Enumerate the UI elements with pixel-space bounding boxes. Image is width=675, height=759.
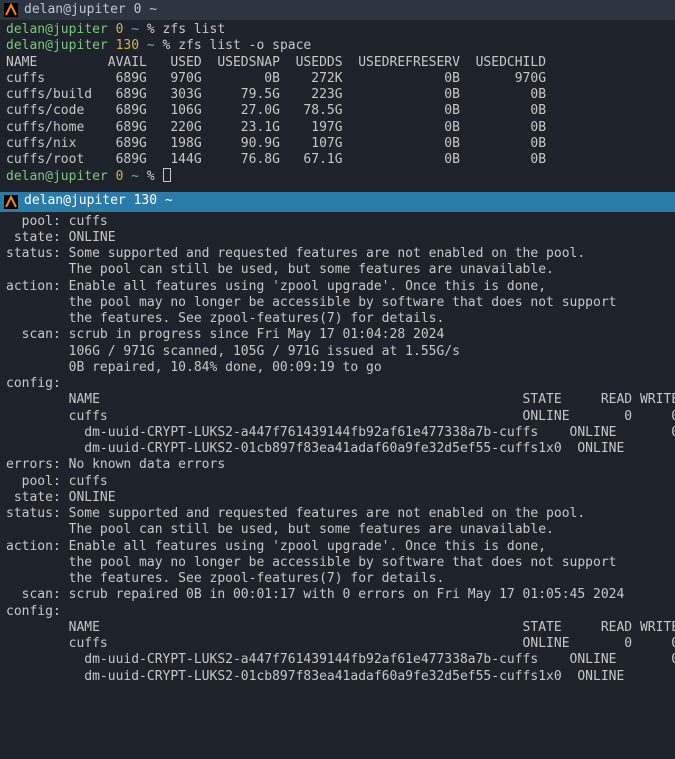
zpool-line: scan: scrub repaired 0B in 00:01:17 with… [6, 587, 669, 603]
zpool-line: status: Some supported and requested fea… [6, 246, 669, 262]
prompt-status: 0 [108, 169, 131, 184]
zpool-line: the pool may no longer be accessible by … [6, 555, 669, 571]
zpool-line: pool: cuffs [6, 474, 669, 490]
zpool-line: dm-uuid-CRYPT-LUKS2-01cb897f83ea41adaf60… [6, 669, 669, 685]
zpool-line: The pool can still be used, but some fea… [6, 522, 669, 538]
prompt-delim: % [163, 38, 179, 53]
prompt-cmd: zfs list -o space [178, 38, 311, 53]
zpool-line: 106G / 971G scanned, 105G / 971G issued … [6, 344, 669, 360]
pane2-body[interactable]: pool: cuffs state: ONLINE status: Some s… [0, 212, 675, 691]
zpool-line: dm-uuid-CRYPT-LUKS2-01cb897f83ea41adaf60… [6, 441, 669, 457]
zpool-line: the features. See zpool-features(7) for … [6, 311, 669, 327]
prompt-userhost: delan@jupiter [6, 38, 108, 53]
zpool-line: status: Some supported and requested fea… [6, 506, 669, 522]
prompt-userhost: delan@jupiter [6, 169, 108, 184]
zfs-row: cuffs/nix 689G 198G 90.9G 107G 0B 0B [6, 136, 669, 152]
cursor-icon [163, 168, 171, 182]
zpool-line: The pool can still be used, but some fea… [6, 262, 669, 278]
prompt-path: ~ [131, 169, 147, 184]
pane1-titlebar[interactable]: delan@jupiter 0 ~ [0, 0, 675, 20]
zpool-line: pool: cuffs [6, 214, 669, 230]
prompt-status: 0 [108, 22, 131, 37]
prompt-line-1: delan@jupiter 0 ~ % zfs list [6, 22, 669, 38]
zpool-line: dm-uuid-CRYPT-LUKS2-a447f761439144fb92af… [6, 425, 669, 441]
prompt-path: ~ [147, 38, 163, 53]
zpool-line: config: [6, 604, 669, 620]
prompt-delim: % [147, 169, 163, 184]
terminal-logo-icon [4, 195, 18, 209]
prompt-line-3: delan@jupiter 0 ~ % [6, 168, 669, 185]
zfs-row: cuffs/root 689G 144G 76.8G 67.1G 0B 0B [6, 152, 669, 168]
zpool-line: config: [6, 376, 669, 392]
prompt-cmd: zfs list [163, 22, 226, 37]
prompt-userhost: delan@jupiter [6, 22, 108, 37]
zpool-line: scan: scrub in progress since Fri May 17… [6, 327, 669, 343]
zfs-row: cuffs/home 689G 220G 23.1G 197G 0B 0B [6, 120, 669, 136]
zpool-line: cuffs ONLINE 0 0 0 [6, 409, 669, 425]
zpool-line: the pool may no longer be accessible by … [6, 295, 669, 311]
zpool-line: the features. See zpool-features(7) for … [6, 571, 669, 587]
zfs-row: cuffs/build 689G 303G 79.5G 223G 0B 0B [6, 87, 669, 103]
zpool-line: action: Enable all features using 'zpool… [6, 279, 669, 295]
prompt-delim: % [147, 22, 163, 37]
zfs-row: cuffs/code 689G 106G 27.0G 78.5G 0B 0B [6, 103, 669, 119]
zpool-line: NAME STATE READ WRITE CKSUM [6, 392, 669, 408]
prompt-status: 130 [108, 38, 147, 53]
zfs-header: NAME AVAIL USED USEDSNAP USEDDS USEDREFR… [6, 55, 669, 71]
pane1-body[interactable]: delan@jupiter 0 ~ % zfs list delan@jupit… [0, 20, 675, 192]
terminal-logo-icon [4, 3, 18, 17]
prompt-path: ~ [131, 22, 147, 37]
zfs-row: cuffs 689G 970G 0B 272K 0B 970G [6, 71, 669, 87]
zpool-line: action: Enable all features using 'zpool… [6, 539, 669, 555]
zpool-line: state: ONLINE [6, 230, 669, 246]
pane1-title: delan@jupiter 0 ~ [24, 2, 157, 18]
pane2-title: delan@jupiter 130 ~ [24, 193, 173, 209]
zpool-line: state: ONLINE [6, 490, 669, 506]
pane2-titlebar[interactable]: delan@jupiter 130 ~ [0, 192, 675, 212]
zpool-line: NAME STATE READ WRITE CKSUM [6, 620, 669, 636]
zpool-line: errors: No known data errors [6, 457, 669, 473]
zpool-line: dm-uuid-CRYPT-LUKS2-a447f761439144fb92af… [6, 652, 669, 668]
zpool-line: 0B repaired, 10.84% done, 00:09:19 to go [6, 360, 669, 376]
zpool-line: cuffs ONLINE 0 0 0 [6, 636, 669, 652]
prompt-line-2: delan@jupiter 130 ~ % zfs list -o space [6, 38, 669, 54]
